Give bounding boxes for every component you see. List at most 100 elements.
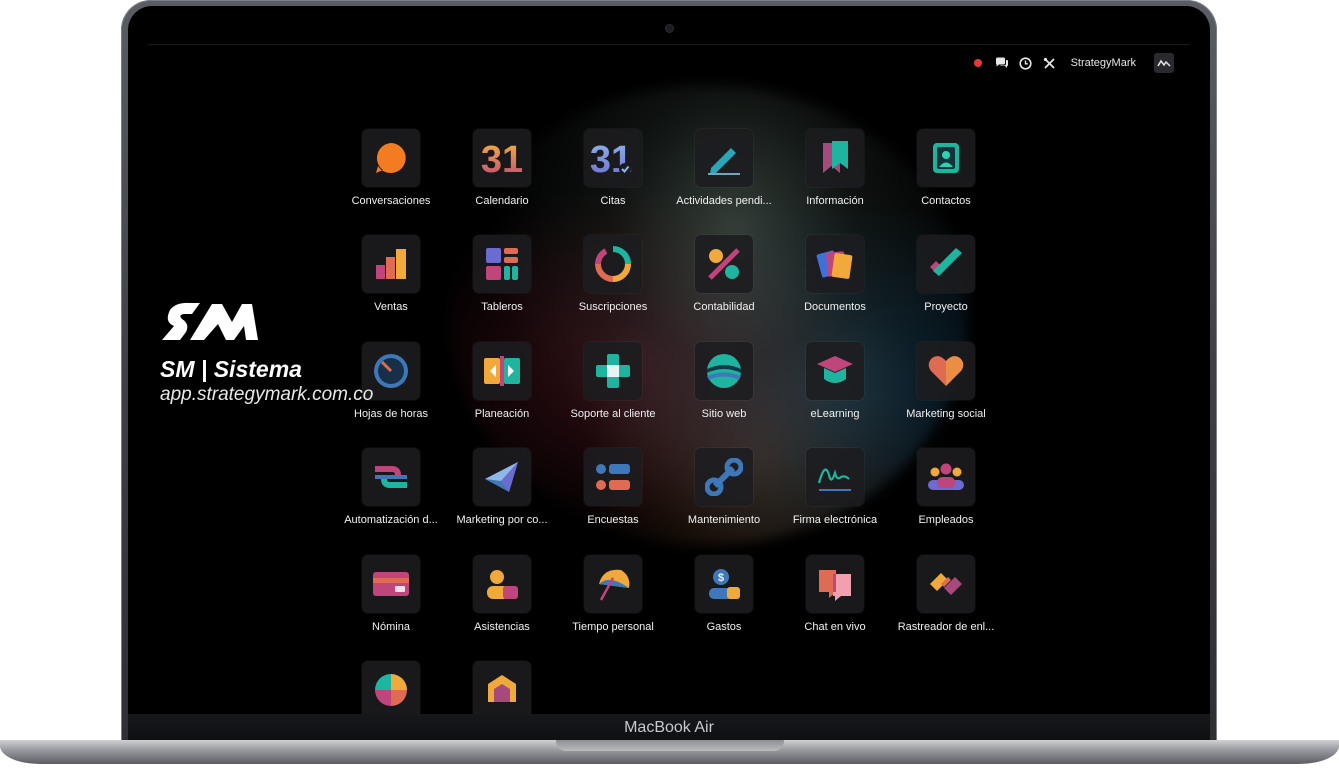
- app-automatizacion[interactable]: Automatización d...: [336, 448, 446, 548]
- app-label: Documentos: [804, 301, 866, 313]
- sm-logo-icon: [160, 300, 260, 348]
- calendar-day-text: 31: [481, 139, 523, 178]
- app-label: Gastos: [706, 621, 742, 633]
- expenses-icon: $: [695, 555, 753, 613]
- app-tiempo-personal[interactable]: Tiempo personal: [558, 555, 668, 655]
- graduation-cap-icon: [806, 342, 864, 400]
- top-navbar: StrategyMark: [148, 45, 1190, 83]
- tools-icon[interactable]: [1043, 56, 1057, 70]
- app-label: Firma electrónica: [792, 514, 878, 526]
- appointment-icon: 31: [584, 129, 642, 187]
- app-label: Tableros: [481, 301, 523, 313]
- app-gastos[interactable]: $ Gastos: [669, 555, 779, 655]
- app-label: Marketing por co...: [456, 514, 548, 526]
- laptop-notch: [556, 740, 784, 751]
- app-label: Chat en vivo: [804, 621, 866, 633]
- app-label: Tiempo personal: [572, 621, 654, 633]
- app-rastreador[interactable]: Rastreador de enl...: [891, 555, 1001, 655]
- app-partial-2[interactable]: [447, 661, 557, 715]
- link-tracker-icon: [917, 555, 975, 613]
- heart-icon: [917, 342, 975, 400]
- calendar-icon: 31: [473, 129, 531, 187]
- survey-icon: [584, 448, 642, 506]
- app-mantenimiento[interactable]: Mantenimiento: [669, 448, 779, 548]
- app-soporte[interactable]: Soporte al cliente: [558, 342, 668, 442]
- percent-icon: [695, 235, 753, 293]
- app-contabilidad[interactable]: Contabilidad: [669, 235, 779, 335]
- status-dot-icon[interactable]: [971, 56, 985, 70]
- website-globe-icon: [695, 342, 753, 400]
- support-plus-icon: [584, 342, 642, 400]
- app-chat-en-vivo[interactable]: Chat en vivo: [780, 555, 890, 655]
- automation-icon: [362, 448, 420, 506]
- camera-icon: [666, 25, 673, 32]
- bar-chart-icon: [362, 235, 420, 293]
- app-firma[interactable]: Firma electrónica: [780, 448, 890, 548]
- app-citas[interactable]: 31 Citas: [558, 129, 668, 229]
- app-label: Suscripciones: [578, 301, 648, 313]
- navbar-systray: StrategyMark: [971, 53, 1174, 73]
- attendance-icon: [473, 555, 531, 613]
- app-empleados[interactable]: Empleados: [891, 448, 1001, 548]
- app-sitio-web[interactable]: Sitio web: [669, 342, 779, 442]
- paper-plane-icon: [473, 448, 531, 506]
- pencil-icon: [695, 129, 753, 187]
- app-label: Conversaciones: [351, 195, 431, 207]
- app-label: Planeación: [474, 408, 530, 420]
- app-nomina[interactable]: Nómina: [336, 555, 446, 655]
- signature-icon: [806, 448, 864, 506]
- documents-icon: [806, 235, 864, 293]
- bookmark-icon: [806, 129, 864, 187]
- people-icon: [917, 448, 975, 506]
- app-suscripciones[interactable]: Suscripciones: [558, 235, 668, 335]
- app-actividades[interactable]: Actividades pendi...: [669, 129, 779, 229]
- app-label: Marketing social: [906, 408, 986, 420]
- app-contactos[interactable]: Contactos: [891, 129, 1001, 229]
- app-label: eLearning: [810, 408, 860, 420]
- app-label: Nómina: [372, 621, 410, 633]
- laptop-chin: MacBook Air: [128, 714, 1210, 742]
- app-informacion[interactable]: Información: [780, 129, 890, 229]
- app-label: Empleados: [918, 514, 974, 526]
- chat-icon[interactable]: [995, 56, 1009, 70]
- app-label: Citas: [600, 195, 626, 207]
- app-label: Rastreador de enl...: [897, 621, 995, 633]
- device-label: MacBook Air: [624, 719, 714, 736]
- app-label: Ventas: [374, 301, 408, 313]
- user-avatar[interactable]: [1154, 53, 1174, 73]
- app-label: Automatización d...: [344, 514, 438, 526]
- pie-segments-icon: [362, 661, 420, 715]
- app-partial-1[interactable]: [336, 661, 446, 715]
- payroll-card-icon: [362, 555, 420, 613]
- brand-title: SM | Sistema: [160, 356, 302, 382]
- app-label: Calendario: [475, 195, 529, 207]
- app-label: Soporte al cliente: [570, 408, 656, 420]
- clock-icon[interactable]: [1019, 56, 1033, 70]
- app-planeacion[interactable]: Planeación: [447, 342, 557, 442]
- app-label: Encuestas: [587, 514, 639, 526]
- app-conversaciones[interactable]: Conversaciones: [336, 129, 446, 229]
- app-label: Hojas de horas: [354, 408, 428, 420]
- app-calendario[interactable]: 31 Calendario: [447, 129, 557, 229]
- app-label: Contactos: [921, 195, 971, 207]
- app-marketing-social[interactable]: Marketing social: [891, 342, 1001, 442]
- app-documentos[interactable]: Documentos: [780, 235, 890, 335]
- app-marketing-correo[interactable]: Marketing por co...: [447, 448, 557, 548]
- contact-card-icon: [917, 129, 975, 187]
- planning-icon: [473, 342, 531, 400]
- app-tableros[interactable]: Tableros: [447, 235, 557, 335]
- app-label: Mantenimiento: [687, 514, 761, 526]
- app-encuestas[interactable]: Encuestas: [558, 448, 668, 548]
- app-elearning[interactable]: eLearning: [780, 342, 890, 442]
- app-label: Contabilidad: [693, 301, 755, 313]
- app-label: Información: [806, 195, 864, 207]
- app-label: Actividades pendi...: [676, 195, 772, 207]
- app-asistencias[interactable]: Asistencias: [447, 555, 557, 655]
- app-label: Sitio web: [701, 408, 747, 420]
- app-proyecto[interactable]: Proyecto: [891, 235, 1001, 335]
- app-ventas[interactable]: Ventas: [336, 235, 446, 335]
- app-label: Asistencias: [474, 621, 530, 633]
- chat-bubble-icon: [362, 129, 420, 187]
- checkmark-icon: [917, 235, 975, 293]
- company-switcher[interactable]: StrategyMark: [1071, 57, 1136, 69]
